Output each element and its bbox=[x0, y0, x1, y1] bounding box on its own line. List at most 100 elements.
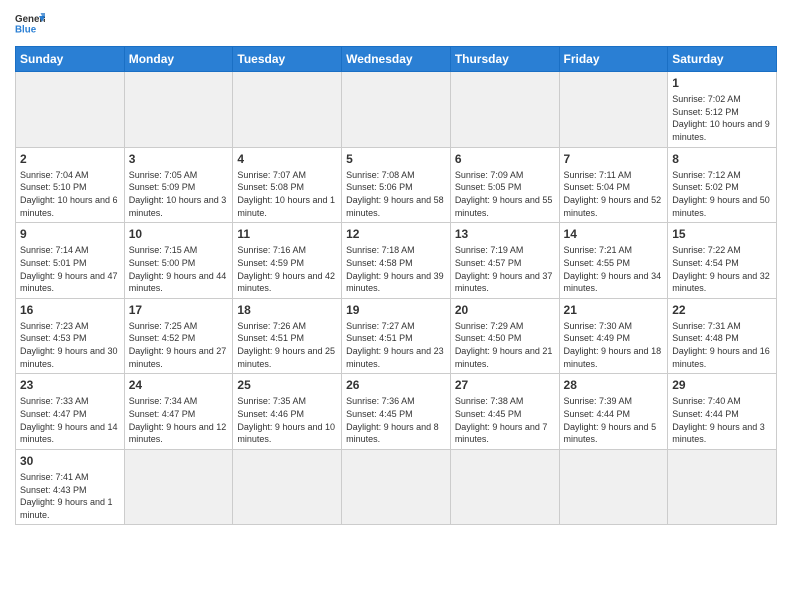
calendar-week-row: 9Sunrise: 7:14 AM Sunset: 5:01 PM Daylig… bbox=[16, 223, 777, 299]
day-info: Sunrise: 7:07 AM Sunset: 5:08 PM Dayligh… bbox=[237, 169, 337, 219]
calendar-day-cell: 29Sunrise: 7:40 AM Sunset: 4:44 PM Dayli… bbox=[668, 374, 777, 450]
calendar-day-cell: 4 Sunrise: 7:07 AM Sunset: 5:08 PM Daylig… bbox=[233, 147, 342, 223]
day-info: Sunrise: 7:25 AM Sunset: 4:52 PM Dayligh… bbox=[129, 320, 229, 370]
day-info: Sunrise: 7:04 AM Sunset: 5:10 PM Dayligh… bbox=[20, 169, 120, 219]
day-info: Sunrise: 7:34 AM Sunset: 4:47 PM Dayligh… bbox=[129, 395, 229, 445]
logo: General Blue bbox=[15, 10, 45, 40]
calendar-day-cell bbox=[233, 449, 342, 525]
weekday-header-thursday: Thursday bbox=[450, 47, 559, 72]
calendar-day-cell: 25 Sunrise: 7:35 AM Sunset: 4:46 PM Dayli… bbox=[233, 374, 342, 450]
weekday-header-sunday: Sunday bbox=[16, 47, 125, 72]
calendar-day-cell: 8 Sunrise: 7:12 AM Sunset: 5:02 PM Daylig… bbox=[668, 147, 777, 223]
day-number: 17 bbox=[129, 302, 229, 318]
day-info: Sunrise: 7:27 AM Sunset: 4:51 PM Dayligh… bbox=[346, 320, 446, 370]
day-number: 25 bbox=[237, 377, 337, 393]
day-number: 8 bbox=[672, 151, 772, 167]
calendar-day-cell: 6 Sunrise: 7:09 AM Sunset: 5:05 PM Daylig… bbox=[450, 147, 559, 223]
day-info: Sunrise: 7:21 AM Sunset: 4:55 PM Dayligh… bbox=[564, 244, 664, 294]
calendar-day-cell bbox=[668, 449, 777, 525]
day-info: Sunrise: 7:40 AM Sunset: 4:44 PM Dayligh… bbox=[672, 395, 772, 445]
calendar-day-cell: 9Sunrise: 7:14 AM Sunset: 5:01 PM Daylig… bbox=[16, 223, 125, 299]
calendar-day-cell: 22Sunrise: 7:31 AM Sunset: 4:48 PM Dayli… bbox=[668, 298, 777, 374]
calendar-day-cell bbox=[450, 72, 559, 148]
calendar-day-cell: 5 Sunrise: 7:08 AM Sunset: 5:06 PM Daylig… bbox=[342, 147, 451, 223]
day-number: 11 bbox=[237, 226, 337, 242]
day-number: 7 bbox=[564, 151, 664, 167]
calendar-day-cell bbox=[450, 449, 559, 525]
calendar-day-cell: 15Sunrise: 7:22 AM Sunset: 4:54 PM Dayli… bbox=[668, 223, 777, 299]
day-number: 4 bbox=[237, 151, 337, 167]
day-number: 20 bbox=[455, 302, 555, 318]
day-info: Sunrise: 7:02 AM Sunset: 5:12 PM Dayligh… bbox=[672, 93, 772, 143]
calendar-day-cell: 7 Sunrise: 7:11 AM Sunset: 5:04 PM Daylig… bbox=[559, 147, 668, 223]
day-number: 21 bbox=[564, 302, 664, 318]
svg-text:Blue: Blue bbox=[15, 25, 37, 36]
calendar-day-cell: 11 Sunrise: 7:16 AM Sunset: 4:59 PM Dayli… bbox=[233, 223, 342, 299]
day-info: Sunrise: 7:18 AM Sunset: 4:58 PM Dayligh… bbox=[346, 244, 446, 294]
calendar-week-row: 1Sunrise: 7:02 AM Sunset: 5:12 PM Daylig… bbox=[16, 72, 777, 148]
day-info: Sunrise: 7:36 AM Sunset: 4:45 PM Dayligh… bbox=[346, 395, 446, 445]
day-number: 28 bbox=[564, 377, 664, 393]
logo-icon: General Blue bbox=[15, 10, 45, 40]
day-info: Sunrise: 7:09 AM Sunset: 5:05 PM Dayligh… bbox=[455, 169, 555, 219]
day-info: Sunrise: 7:12 AM Sunset: 5:02 PM Dayligh… bbox=[672, 169, 772, 219]
day-number: 6 bbox=[455, 151, 555, 167]
day-info: Sunrise: 7:05 AM Sunset: 5:09 PM Dayligh… bbox=[129, 169, 229, 219]
calendar-day-cell: 1Sunrise: 7:02 AM Sunset: 5:12 PM Daylig… bbox=[668, 72, 777, 148]
svg-text:General: General bbox=[15, 14, 45, 25]
day-number: 27 bbox=[455, 377, 555, 393]
day-number: 30 bbox=[20, 453, 120, 469]
day-number: 12 bbox=[346, 226, 446, 242]
day-number: 23 bbox=[20, 377, 120, 393]
day-number: 22 bbox=[672, 302, 772, 318]
calendar-day-cell: 28 Sunrise: 7:39 AM Sunset: 4:44 PM Dayli… bbox=[559, 374, 668, 450]
calendar-day-cell bbox=[342, 449, 451, 525]
calendar-day-cell bbox=[124, 72, 233, 148]
calendar-day-cell bbox=[233, 72, 342, 148]
day-info: Sunrise: 7:26 AM Sunset: 4:51 PM Dayligh… bbox=[237, 320, 337, 370]
day-number: 10 bbox=[129, 226, 229, 242]
calendar-day-cell: 23 Sunrise: 7:33 AM Sunset: 4:47 PM Dayli… bbox=[16, 374, 125, 450]
calendar-day-cell: 26 Sunrise: 7:36 AM Sunset: 4:45 PM Dayli… bbox=[342, 374, 451, 450]
day-info: Sunrise: 7:39 AM Sunset: 4:44 PM Dayligh… bbox=[564, 395, 664, 445]
calendar-day-cell: 30Sunrise: 7:41 AM Sunset: 4:43 PM Dayli… bbox=[16, 449, 125, 525]
day-number: 18 bbox=[237, 302, 337, 318]
day-info: Sunrise: 7:35 AM Sunset: 4:46 PM Dayligh… bbox=[237, 395, 337, 445]
day-number: 14 bbox=[564, 226, 664, 242]
day-info: Sunrise: 7:16 AM Sunset: 4:59 PM Dayligh… bbox=[237, 244, 337, 294]
day-number: 13 bbox=[455, 226, 555, 242]
weekday-header-tuesday: Tuesday bbox=[233, 47, 342, 72]
calendar-day-cell: 14 Sunrise: 7:21 AM Sunset: 4:55 PM Dayli… bbox=[559, 223, 668, 299]
day-number: 26 bbox=[346, 377, 446, 393]
day-number: 24 bbox=[129, 377, 229, 393]
calendar-day-cell: 20Sunrise: 7:29 AM Sunset: 4:50 PM Dayli… bbox=[450, 298, 559, 374]
day-info: Sunrise: 7:33 AM Sunset: 4:47 PM Dayligh… bbox=[20, 395, 120, 445]
calendar-day-cell: 27 Sunrise: 7:38 AM Sunset: 4:45 PM Dayli… bbox=[450, 374, 559, 450]
day-info: Sunrise: 7:15 AM Sunset: 5:00 PM Dayligh… bbox=[129, 244, 229, 294]
day-info: Sunrise: 7:30 AM Sunset: 4:49 PM Dayligh… bbox=[564, 320, 664, 370]
day-info: Sunrise: 7:08 AM Sunset: 5:06 PM Dayligh… bbox=[346, 169, 446, 219]
calendar-day-cell: 3 Sunrise: 7:05 AM Sunset: 5:09 PM Daylig… bbox=[124, 147, 233, 223]
calendar-day-cell: 24 Sunrise: 7:34 AM Sunset: 4:47 PM Dayli… bbox=[124, 374, 233, 450]
day-info: Sunrise: 7:11 AM Sunset: 5:04 PM Dayligh… bbox=[564, 169, 664, 219]
day-info: Sunrise: 7:19 AM Sunset: 4:57 PM Dayligh… bbox=[455, 244, 555, 294]
day-info: Sunrise: 7:14 AM Sunset: 5:01 PM Dayligh… bbox=[20, 244, 120, 294]
day-number: 2 bbox=[20, 151, 120, 167]
day-info: Sunrise: 7:38 AM Sunset: 4:45 PM Dayligh… bbox=[455, 395, 555, 445]
calendar-day-cell: 17 Sunrise: 7:25 AM Sunset: 4:52 PM Dayli… bbox=[124, 298, 233, 374]
day-info: Sunrise: 7:23 AM Sunset: 4:53 PM Dayligh… bbox=[20, 320, 120, 370]
calendar-week-row: 23 Sunrise: 7:33 AM Sunset: 4:47 PM Dayli… bbox=[16, 374, 777, 450]
calendar-day-cell: 19Sunrise: 7:27 AM Sunset: 4:51 PM Dayli… bbox=[342, 298, 451, 374]
calendar-week-row: 2 Sunrise: 7:04 AM Sunset: 5:10 PM Daylig… bbox=[16, 147, 777, 223]
calendar-table: SundayMondayTuesdayWednesdayThursdayFrid… bbox=[15, 46, 777, 525]
weekday-header-friday: Friday bbox=[559, 47, 668, 72]
weekday-header-monday: Monday bbox=[124, 47, 233, 72]
day-number: 5 bbox=[346, 151, 446, 167]
day-number: 16 bbox=[20, 302, 120, 318]
calendar-week-row: 16 Sunrise: 7:23 AM Sunset: 4:53 PM Dayli… bbox=[16, 298, 777, 374]
day-number: 3 bbox=[129, 151, 229, 167]
weekday-header-wednesday: Wednesday bbox=[342, 47, 451, 72]
calendar-day-cell: 10 Sunrise: 7:15 AM Sunset: 5:00 PM Dayli… bbox=[124, 223, 233, 299]
weekday-header-saturday: Saturday bbox=[668, 47, 777, 72]
calendar-day-cell: 13 Sunrise: 7:19 AM Sunset: 4:57 PM Dayli… bbox=[450, 223, 559, 299]
